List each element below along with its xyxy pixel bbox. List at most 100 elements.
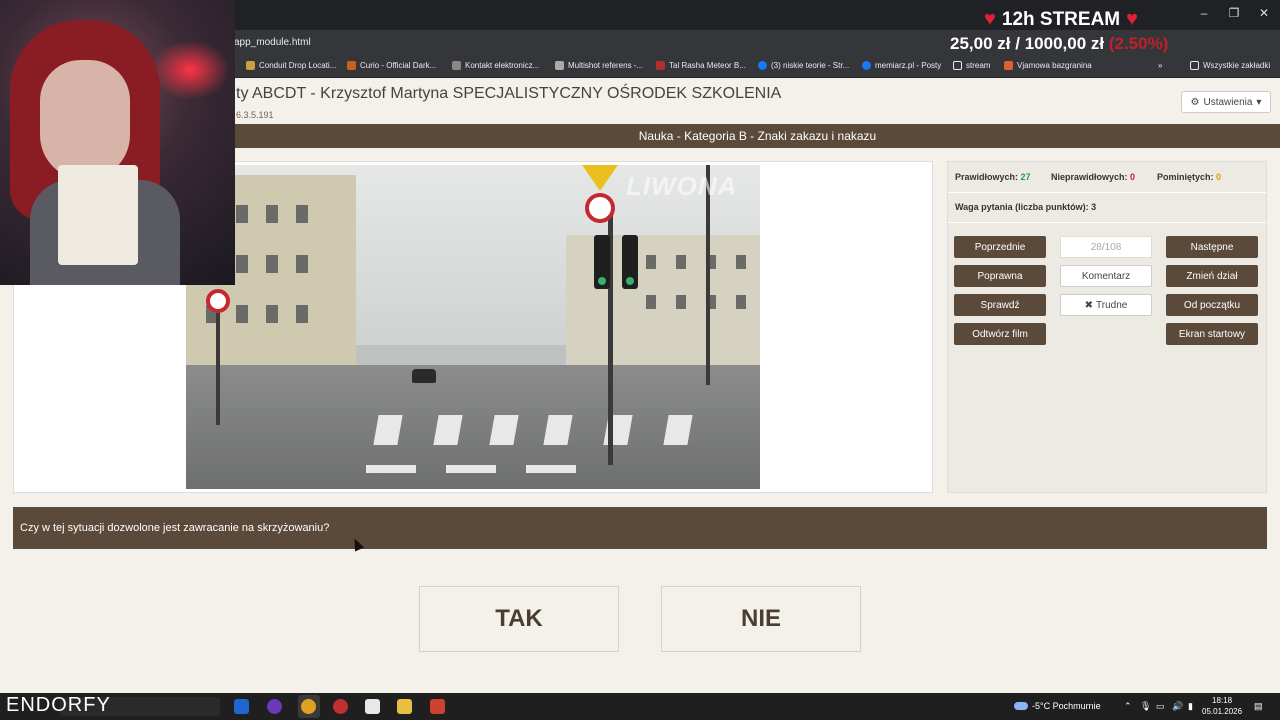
webcam-box	[58, 165, 138, 265]
app-icon[interactable]	[234, 699, 249, 714]
app-icon[interactable]	[365, 699, 380, 714]
from-start-button[interactable]: Od początku	[1166, 294, 1258, 316]
stat-incorrect: Nieprawidłowych: 0	[1051, 172, 1135, 182]
clock-time: 18:18	[1212, 696, 1233, 705]
bookmark-label: Multishot referens -...	[568, 61, 644, 70]
video-window	[266, 205, 278, 223]
next-button[interactable]: Następne	[1166, 236, 1258, 258]
gears-icon: ⚙	[1190, 96, 1200, 108]
volume-icon[interactable]: 🔊	[1172, 701, 1183, 712]
bookmark-icon	[555, 61, 564, 70]
bookmark-icon	[246, 61, 255, 70]
bookmark-label: (3) niskie teorie - Str...	[771, 61, 850, 70]
bookmark-icon	[347, 61, 356, 70]
comment-button[interactable]: Komentarz	[1060, 265, 1152, 287]
start-screen-button[interactable]: Ekran startowy	[1166, 323, 1258, 345]
bookmark-label: Curio - Official Dark...	[360, 61, 437, 70]
video-window	[266, 255, 278, 273]
video-window	[236, 255, 248, 273]
network-icon[interactable]: ▭	[1156, 701, 1165, 712]
url-text[interactable]: app_module.html	[234, 37, 311, 48]
video-car	[412, 369, 436, 383]
bookmark-icon	[452, 61, 461, 70]
previous-button[interactable]: Poprzednie	[954, 236, 1046, 258]
stat-skipped: Pominiętych: 0	[1157, 172, 1221, 182]
bookmark-label: Wszystkie zakładki	[1203, 61, 1271, 70]
webcam-light	[150, 40, 230, 100]
page-title: ty ABCDT - Krzysztof Martyna SPECJALISTY…	[236, 85, 782, 102]
stats-row: Prawidłowych: 27 Nieprawidłowych: 0 Pomi…	[947, 161, 1267, 191]
correct-answer-button[interactable]: Poprawna	[954, 265, 1046, 287]
close-icon: ✖	[1084, 299, 1094, 311]
check-button[interactable]: Sprawdź	[954, 294, 1046, 316]
difficult-button[interactable]: ✖ Trudne	[1060, 294, 1152, 316]
facebook-icon	[758, 61, 767, 70]
goal-current: 25,00 zł	[950, 34, 1011, 53]
all-bookmarks-folder[interactable]: Wszystkie zakładki	[1190, 61, 1270, 70]
no-u-turn-sign-icon	[206, 289, 230, 313]
webcam-face	[40, 60, 130, 180]
video-window	[676, 255, 686, 269]
battery-icon[interactable]: ▮	[1188, 701, 1193, 712]
chrome-icon[interactable]	[301, 699, 316, 714]
goal-percent: (2.50%)	[1108, 34, 1169, 53]
change-section-button[interactable]: Zmień dział	[1166, 265, 1258, 287]
bookmark-item[interactable]: (3) niskie teorie - Str...	[758, 61, 849, 70]
video-traffic-light	[622, 235, 638, 289]
heart-icon: ♥	[984, 8, 996, 30]
video-window	[296, 305, 308, 323]
app-version: 6.3.5.191	[236, 110, 274, 120]
weather-text: -5°C Pochmurnie	[1032, 701, 1101, 711]
close-button[interactable]: ✕	[1254, 6, 1274, 20]
stat-incorrect-value: 0	[1130, 172, 1136, 182]
answer-yes-button[interactable]: TAK	[419, 586, 619, 652]
folder-icon[interactable]	[397, 699, 412, 714]
bookmark-folder[interactable]: stream	[953, 61, 990, 70]
settings-button[interactable]: ⚙ Ustawienia ▾	[1181, 91, 1271, 113]
bookmark-item[interactable]: Conduit Drop Locati...	[246, 61, 336, 70]
weather-widget[interactable]: -5°C Pochmurnie	[1014, 701, 1101, 711]
bookmark-item[interactable]: Vjamowa bazgranina	[1004, 61, 1092, 70]
goal-separator: /	[1015, 34, 1020, 53]
bookmark-item[interactable]: Curio - Official Dark...	[347, 61, 436, 70]
microphone-icon[interactable]: 🎙	[1140, 701, 1151, 712]
app-icon[interactable]	[430, 699, 445, 714]
goal-target: 1000,00 zł	[1024, 34, 1105, 53]
bookmark-icon	[656, 61, 665, 70]
question-video[interactable]: LIWONA	[186, 165, 760, 489]
bookmark-item[interactable]: Multishot referens -...	[555, 61, 643, 70]
divider	[948, 192, 1266, 193]
taskbar-clock[interactable]: 18:18 05.01.2026	[1202, 695, 1242, 717]
stat-incorrect-label: Nieprawidłowych:	[1051, 172, 1128, 182]
question-text: Czy w tej sytuacji dozwolone jest zawrac…	[13, 507, 1267, 549]
video-window	[266, 305, 278, 323]
notification-icon[interactable]: ▤	[1254, 701, 1263, 712]
question-weight: Waga pytania (liczba punktów): 3	[955, 202, 1097, 212]
app-icon[interactable]	[267, 699, 282, 714]
clock-date: 05.01.2026	[1202, 707, 1243, 716]
app-icon[interactable]	[333, 699, 348, 714]
taskbar: ENDORFY -5°C Pochmurnie ⌃ 🎙 ▭ 🔊 ▮ 18:18 …	[0, 693, 1280, 720]
no-u-turn-sign-icon	[585, 193, 615, 223]
facebook-icon	[862, 61, 871, 70]
more-bookmarks-button[interactable]: »	[1158, 61, 1162, 70]
video-window	[676, 295, 686, 309]
question-counter: 28/108	[1060, 236, 1152, 258]
restore-button[interactable]: ❐	[1224, 6, 1244, 20]
chevron-up-icon[interactable]: ⌃	[1124, 701, 1132, 712]
video-window	[236, 305, 248, 323]
stat-correct-value: 27	[1020, 172, 1031, 182]
video-road-marking	[526, 465, 576, 473]
donation-goal: 25,00 zł / 1000,00 zł (2.50%)	[950, 34, 1168, 54]
bookmark-item[interactable]: memiarz.pl - Posty	[862, 61, 941, 70]
bookmark-item[interactable]: Tal Rasha Meteor B...	[656, 61, 746, 70]
video-traffic-light	[594, 235, 610, 289]
bookmark-item[interactable]: Kontakt elektronicz...	[452, 61, 539, 70]
video-window	[646, 255, 656, 269]
webcam-overlay	[0, 0, 235, 285]
minimize-button[interactable]: –	[1194, 6, 1214, 20]
answer-no-button[interactable]: NIE	[661, 586, 861, 652]
play-film-button[interactable]: Odtwórz film	[954, 323, 1046, 345]
yield-sign-icon	[582, 165, 618, 191]
folder-icon	[953, 61, 962, 70]
